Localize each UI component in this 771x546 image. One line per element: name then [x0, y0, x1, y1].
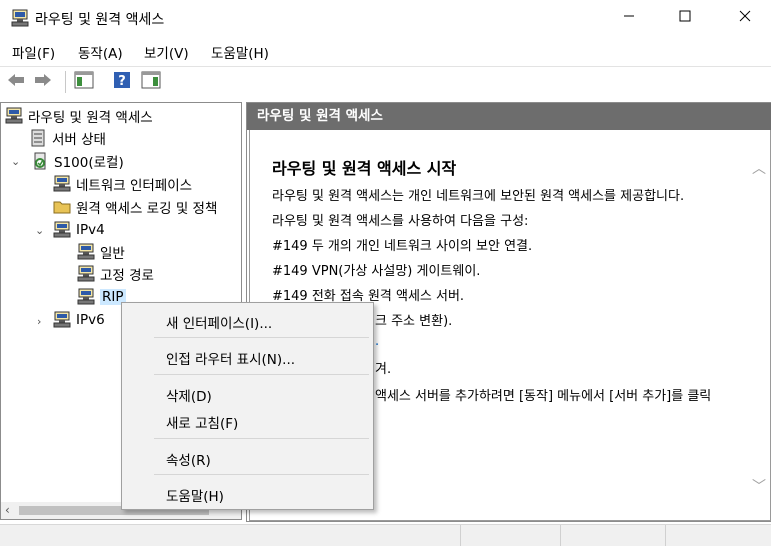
minimize-button[interactable]: [606, 0, 652, 36]
back-button[interactable]: [5, 71, 27, 93]
window-title: 라우팅 및 원격 액세스: [35, 12, 165, 28]
details-line: #149 VPN(가상 사설망) 게이트웨이.: [272, 264, 481, 279]
server-icon: [10, 8, 30, 32]
menu-view[interactable]: 보기(V): [144, 42, 189, 62]
details-line: 액세스 서버를 추가하려면 [동작] 메뉴에서 [서버 추가]를 클릭: [375, 389, 712, 404]
tree-item-root[interactable]: 라우팅 및 원격 액세스: [5, 105, 153, 127]
close-button[interactable]: [722, 0, 768, 36]
back-arrow-icon: [6, 72, 26, 92]
menu-separator: [154, 337, 369, 338]
action-pane-icon: [141, 71, 161, 93]
tree-item-remote-access-logging[interactable]: 원격 액세스 로깅 및 정책: [53, 196, 217, 218]
scroll-up-icon[interactable]: ︿: [752, 158, 766, 178]
tree-item-static-routes[interactable]: 고정 경로: [77, 263, 154, 285]
network-icon: [77, 243, 95, 261]
context-menu: 새 인터페이스(I)... 인접 라우터 표시(N)... 삭제(D) 새로 고…: [121, 302, 374, 510]
menu-item-help[interactable]: 도움말(H): [166, 485, 224, 505]
local-server-icon: [31, 152, 49, 170]
tree-item-ipv4[interactable]: IPv4: [53, 219, 105, 241]
menu-item-new-interface[interactable]: 새 인터페이스(I)...: [166, 312, 272, 332]
tree-item-rip[interactable]: RIP: [77, 286, 126, 308]
tree-item-ipv6[interactable]: IPv6: [53, 309, 105, 331]
status-divider: [560, 525, 561, 546]
menu-separator: [154, 374, 369, 375]
menu-bar: 파일(F) 동작(A) 보기(V) 도움말(H): [0, 40, 771, 64]
scroll-left-icon[interactable]: ‹: [5, 503, 10, 517]
toolbar: ?: [0, 66, 771, 99]
details-line: 겨.: [375, 362, 392, 377]
menu-item-properties[interactable]: 속성(R): [166, 449, 211, 469]
close-icon: [739, 10, 751, 26]
help-button[interactable]: ?: [111, 71, 133, 93]
status-bar: [0, 524, 771, 546]
network-icon: [53, 311, 71, 329]
menu-item-delete[interactable]: 삭제(D): [166, 385, 212, 405]
svg-text:?: ?: [118, 74, 126, 89]
status-divider: [460, 525, 461, 546]
title-bar: 라우팅 및 원격 액세스: [0, 0, 771, 36]
minimize-icon: [623, 10, 635, 26]
maximize-button[interactable]: [662, 0, 708, 36]
network-icon: [53, 221, 71, 239]
menu-file[interactable]: 파일(F): [12, 42, 55, 62]
show-hide-tree-button[interactable]: [73, 71, 95, 93]
details-title: 라우팅 및 원격 액세스 시작: [272, 159, 457, 178]
tree-item-network-interfaces[interactable]: 네트워크 인터페이스: [53, 173, 192, 195]
server-status-icon: [29, 129, 47, 147]
menu-item-show-neighbors[interactable]: 인접 라우터 표시(N)...: [166, 348, 295, 368]
details-link[interactable]: .: [375, 334, 379, 349]
maximize-icon: [679, 10, 691, 26]
tree-item-server[interactable]: S100(로컬): [31, 150, 124, 172]
chevron-down-icon[interactable]: ⌄: [35, 224, 44, 237]
toolbar-separator: [65, 71, 66, 93]
network-interface-icon: [53, 175, 71, 193]
network-icon: [77, 265, 95, 283]
tree-item-server-status[interactable]: 서버 상태: [29, 127, 106, 149]
scroll-down-icon[interactable]: ﹀: [752, 476, 766, 496]
details-line: 라우팅 및 원격 액세스를 사용하여 다음을 구성:: [272, 214, 529, 229]
menu-separator: [154, 438, 369, 439]
details-line: 크 주소 변환).: [375, 314, 453, 329]
action-pane-button[interactable]: [140, 71, 162, 93]
menu-action[interactable]: 동작(A): [78, 42, 123, 62]
details-header: 라우팅 및 원격 액세스: [247, 103, 771, 130]
forward-button[interactable]: [32, 71, 54, 93]
server-icon: [5, 107, 23, 125]
details-line: #149 두 개의 개인 네트워크 사이의 보안 연결.: [272, 239, 533, 254]
menu-item-refresh[interactable]: 새로 고침(F): [166, 412, 238, 432]
details-line: 라우팅 및 원격 액세스는 개인 네트워크에 보안된 원격 액세스를 제공합니다…: [272, 189, 685, 204]
chevron-right-icon[interactable]: ›: [37, 315, 41, 328]
chevron-down-icon[interactable]: ⌄: [11, 155, 20, 168]
menu-help[interactable]: 도움말(H): [211, 42, 269, 62]
menu-separator: [154, 474, 369, 475]
network-icon: [77, 288, 95, 306]
tree-item-general[interactable]: 일반: [77, 241, 125, 263]
show-hide-tree-icon: [74, 71, 94, 93]
help-icon: ?: [113, 71, 131, 93]
forward-arrow-icon: [33, 72, 53, 92]
folder-icon: [53, 198, 71, 216]
status-divider: [665, 525, 666, 546]
